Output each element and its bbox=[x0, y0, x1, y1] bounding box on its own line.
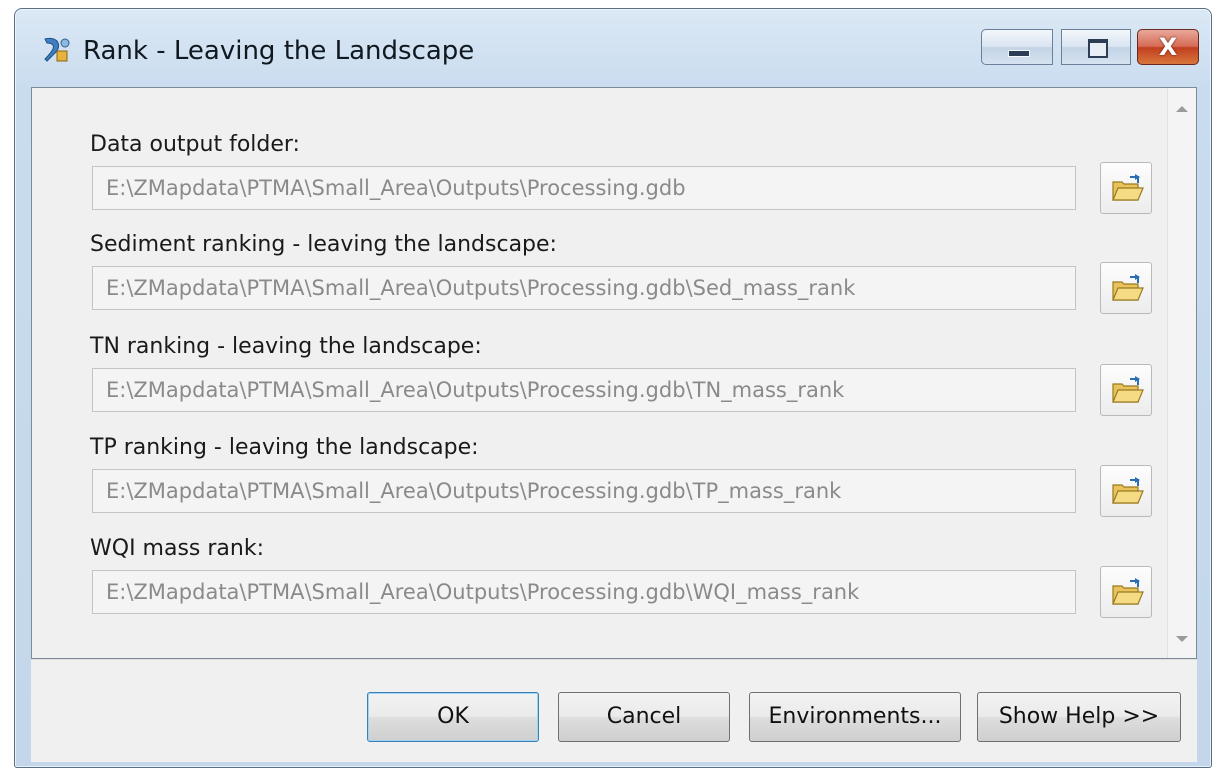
vertical-scrollbar[interactable] bbox=[1167, 88, 1196, 658]
open-folder-icon bbox=[1112, 376, 1144, 403]
tp-ranking-input[interactable]: E:\ZMapdata\PTMA\Small_Area\Outputs\Proc… bbox=[92, 469, 1076, 513]
maximize-icon bbox=[1088, 39, 1108, 58]
field-label-data-output-folder: Data output folder: bbox=[90, 132, 300, 157]
browse-sediment-ranking-button[interactable] bbox=[1100, 262, 1152, 314]
minimize-icon bbox=[1008, 50, 1030, 57]
field-label-wqi-mass-rank: WQI mass rank: bbox=[90, 536, 265, 561]
show-help-button[interactable]: Show Help >> bbox=[977, 692, 1181, 742]
sediment-ranking-input[interactable]: E:\ZMapdata\PTMA\Small_Area\Outputs\Proc… bbox=[92, 266, 1076, 310]
parameters-panel: Data output folder: E:\ZMapdata\PTMA\Sma… bbox=[31, 87, 1197, 659]
dialog-button-bar: OK Cancel Environments... Show Help >> bbox=[31, 659, 1197, 762]
cancel-button[interactable]: Cancel bbox=[558, 692, 730, 742]
browse-tn-ranking-button[interactable] bbox=[1100, 364, 1152, 416]
wqi-mass-rank-input[interactable]: E:\ZMapdata\PTMA\Small_Area\Outputs\Proc… bbox=[92, 570, 1076, 614]
close-button[interactable]: X bbox=[1137, 29, 1199, 65]
title-bar[interactable]: Rank - Leaving the Landscape X bbox=[15, 9, 1211, 87]
environments-button[interactable]: Environments... bbox=[749, 692, 961, 742]
browse-data-output-folder-button[interactable] bbox=[1100, 162, 1152, 214]
scroll-up-arrow-icon[interactable] bbox=[1176, 106, 1188, 112]
field-label-sediment-ranking: Sediment ranking - leaving the landscape… bbox=[90, 232, 557, 257]
minimize-button[interactable] bbox=[981, 29, 1053, 65]
field-label-tp-ranking: TP ranking - leaving the landscape: bbox=[90, 435, 479, 460]
open-folder-icon bbox=[1112, 174, 1144, 201]
open-folder-icon bbox=[1112, 274, 1144, 301]
maximize-button[interactable] bbox=[1061, 29, 1131, 65]
window-title: Rank - Leaving the Landscape bbox=[83, 36, 475, 66]
scroll-down-arrow-icon[interactable] bbox=[1176, 636, 1188, 642]
dialog-window: Rank - Leaving the Landscape X Data outp… bbox=[14, 8, 1212, 768]
toolbox-tool-icon bbox=[41, 35, 73, 65]
close-icon: X bbox=[1158, 33, 1178, 61]
browse-tp-ranking-button[interactable] bbox=[1100, 465, 1152, 517]
browse-wqi-mass-rank-button[interactable] bbox=[1100, 566, 1152, 618]
ok-button[interactable]: OK bbox=[367, 692, 539, 742]
data-output-folder-input[interactable]: E:\ZMapdata\PTMA\Small_Area\Outputs\Proc… bbox=[92, 166, 1076, 210]
field-label-tn-ranking: TN ranking - leaving the landscape: bbox=[90, 334, 482, 359]
tn-ranking-input[interactable]: E:\ZMapdata\PTMA\Small_Area\Outputs\Proc… bbox=[92, 368, 1076, 412]
open-folder-icon bbox=[1112, 578, 1144, 605]
open-folder-icon bbox=[1112, 477, 1144, 504]
